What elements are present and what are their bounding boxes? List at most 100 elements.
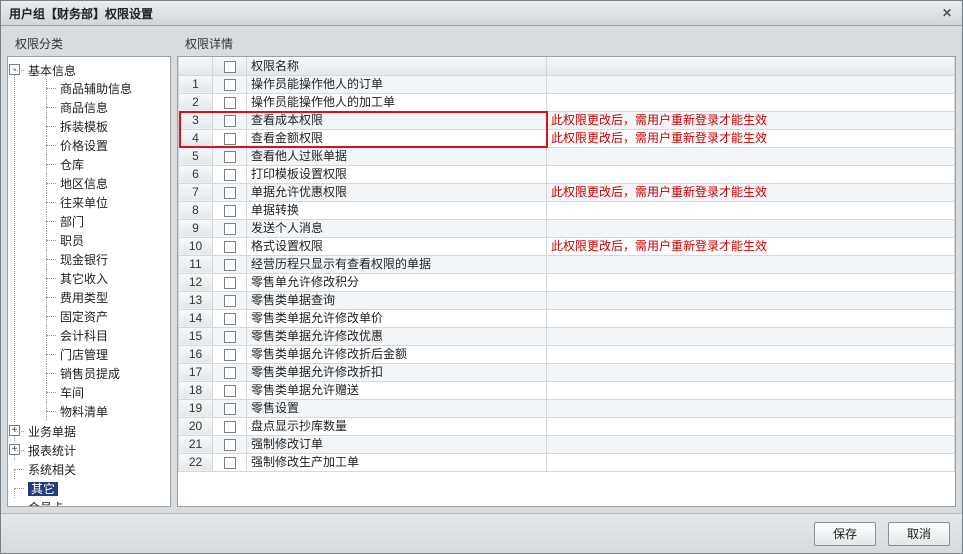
tree-node[interactable]: 商品辅助信息 <box>60 82 132 96</box>
row-checkbox-cell[interactable] <box>213 255 247 273</box>
row-checkbox-cell[interactable] <box>213 201 247 219</box>
tree-node[interactable]: 会计科目 <box>60 329 108 343</box>
cancel-button[interactable]: 取消 <box>888 522 950 546</box>
table-row[interactable]: 9发送个人消息 <box>179 219 955 237</box>
tree-node[interactable]: 报表统计 <box>28 444 76 458</box>
table-row[interactable]: 13零售类单据查询 <box>179 291 955 309</box>
row-checkbox-cell[interactable] <box>213 363 247 381</box>
table-row[interactable]: 15零售类单据允许修改优惠 <box>179 327 955 345</box>
row-checkbox[interactable] <box>224 259 236 271</box>
row-checkbox[interactable] <box>224 97 236 109</box>
row-checkbox[interactable] <box>224 169 236 181</box>
row-checkbox[interactable] <box>224 115 236 127</box>
table-row[interactable]: 4查看金额权限此权限更改后，需用户重新登录才能生效 <box>179 129 955 147</box>
save-button[interactable]: 保存 <box>814 522 876 546</box>
row-checkbox-cell[interactable] <box>213 381 247 399</box>
tree-node[interactable]: 现金银行 <box>60 253 108 267</box>
row-checkbox-cell[interactable] <box>213 291 247 309</box>
category-tree[interactable]: -基本信息商品辅助信息商品信息拆装模板价格设置仓库地区信息往来单位部门职员现金银… <box>7 56 171 507</box>
row-checkbox[interactable] <box>224 295 236 307</box>
permission-grid[interactable]: 权限名称 1操作员能操作他人的订单2操作员能操作他人的加工单3查看成本权限此权限… <box>177 56 956 507</box>
row-checkbox-cell[interactable] <box>213 273 247 291</box>
row-checkbox-cell[interactable] <box>213 147 247 165</box>
tree-toggle[interactable]: + <box>9 444 20 455</box>
tree-node[interactable]: 车间 <box>60 386 84 400</box>
row-checkbox[interactable] <box>224 277 236 289</box>
row-checkbox[interactable] <box>224 457 236 469</box>
row-checkbox[interactable] <box>224 151 236 163</box>
table-row[interactable]: 11经营历程只显示有查看权限的单据 <box>179 255 955 273</box>
tree-node[interactable]: 会员卡 <box>28 501 64 507</box>
close-icon[interactable]: ✕ <box>938 5 956 21</box>
tree-node[interactable]: 门店管理 <box>60 348 108 362</box>
row-checkbox-cell[interactable] <box>213 75 247 93</box>
row-checkbox[interactable] <box>224 421 236 433</box>
row-checkbox-cell[interactable] <box>213 129 247 147</box>
row-checkbox[interactable] <box>224 223 236 235</box>
row-checkbox-cell[interactable] <box>213 93 247 111</box>
row-checkbox[interactable] <box>224 403 236 415</box>
row-checkbox[interactable] <box>224 439 236 451</box>
row-checkbox-cell[interactable] <box>213 309 247 327</box>
table-row[interactable]: 2操作员能操作他人的加工单 <box>179 93 955 111</box>
row-checkbox-cell[interactable] <box>213 453 247 471</box>
row-checkbox[interactable] <box>224 241 236 253</box>
row-checkbox-cell[interactable] <box>213 417 247 435</box>
table-row[interactable]: 22强制修改生产加工单 <box>179 453 955 471</box>
tree-node[interactable]: 商品信息 <box>60 101 108 115</box>
table-row[interactable]: 7单据允许优惠权限此权限更改后，需用户重新登录才能生效 <box>179 183 955 201</box>
row-checkbox-cell[interactable] <box>213 345 247 363</box>
row-checkbox-cell[interactable] <box>213 219 247 237</box>
tree-node[interactable]: 价格设置 <box>60 139 108 153</box>
row-checkbox-cell[interactable] <box>213 435 247 453</box>
table-row[interactable]: 12零售单允许修改积分 <box>179 273 955 291</box>
table-row[interactable]: 1操作员能操作他人的订单 <box>179 75 955 93</box>
tree-node[interactable]: 物料清单 <box>60 405 108 419</box>
tree-node[interactable]: 部门 <box>60 215 84 229</box>
row-checkbox[interactable] <box>224 79 236 91</box>
tree-node[interactable]: 仓库 <box>60 158 84 172</box>
tree-toggle[interactable]: + <box>9 425 20 436</box>
tree-toggle[interactable]: - <box>9 64 20 75</box>
tree-node[interactable]: 往来单位 <box>60 196 108 210</box>
col-chk[interactable] <box>213 57 247 75</box>
tree-node[interactable]: 销售员提成 <box>60 367 120 381</box>
row-checkbox[interactable] <box>224 205 236 217</box>
tree-node[interactable]: 地区信息 <box>60 177 108 191</box>
row-checkbox[interactable] <box>224 313 236 325</box>
tree-node[interactable]: 拆装模板 <box>60 120 108 134</box>
table-row[interactable]: 10格式设置权限此权限更改后，需用户重新登录才能生效 <box>179 237 955 255</box>
tree-node[interactable]: 系统相关 <box>28 463 76 477</box>
table-row[interactable]: 19零售设置 <box>179 399 955 417</box>
tree-node[interactable]: 业务单据 <box>28 425 76 439</box>
row-checkbox[interactable] <box>224 133 236 145</box>
row-checkbox-cell[interactable] <box>213 111 247 129</box>
row-checkbox-cell[interactable] <box>213 183 247 201</box>
tree-node[interactable]: 其它收入 <box>60 272 108 286</box>
table-row[interactable]: 3查看成本权限此权限更改后，需用户重新登录才能生效 <box>179 111 955 129</box>
table-row[interactable]: 17零售类单据允许修改折扣 <box>179 363 955 381</box>
row-checkbox[interactable] <box>224 187 236 199</box>
table-row[interactable]: 16零售类单据允许修改折后金额 <box>179 345 955 363</box>
tree-node[interactable]: 其它 <box>28 482 58 496</box>
row-checkbox[interactable] <box>224 331 236 343</box>
tree-node[interactable]: 基本信息 <box>28 64 76 78</box>
table-row[interactable]: 21强制修改订单 <box>179 435 955 453</box>
table-row[interactable]: 8单据转换 <box>179 201 955 219</box>
row-checkbox[interactable] <box>224 367 236 379</box>
row-checkbox[interactable] <box>224 349 236 361</box>
check-all[interactable] <box>224 61 236 73</box>
tree-node[interactable]: 职员 <box>60 234 84 248</box>
tree-node[interactable]: 费用类型 <box>60 291 108 305</box>
row-checkbox-cell[interactable] <box>213 165 247 183</box>
row-checkbox[interactable] <box>224 385 236 397</box>
row-checkbox-cell[interactable] <box>213 327 247 345</box>
table-row[interactable]: 18零售类单据允许赠送 <box>179 381 955 399</box>
table-row[interactable]: 20盘点显示抄库数量 <box>179 417 955 435</box>
row-checkbox-cell[interactable] <box>213 237 247 255</box>
table-row[interactable]: 6打印模板设置权限 <box>179 165 955 183</box>
tree-node[interactable]: 固定资产 <box>60 310 108 324</box>
row-checkbox-cell[interactable] <box>213 399 247 417</box>
table-row[interactable]: 14零售类单据允许修改单价 <box>179 309 955 327</box>
table-row[interactable]: 5查看他人过账单据 <box>179 147 955 165</box>
